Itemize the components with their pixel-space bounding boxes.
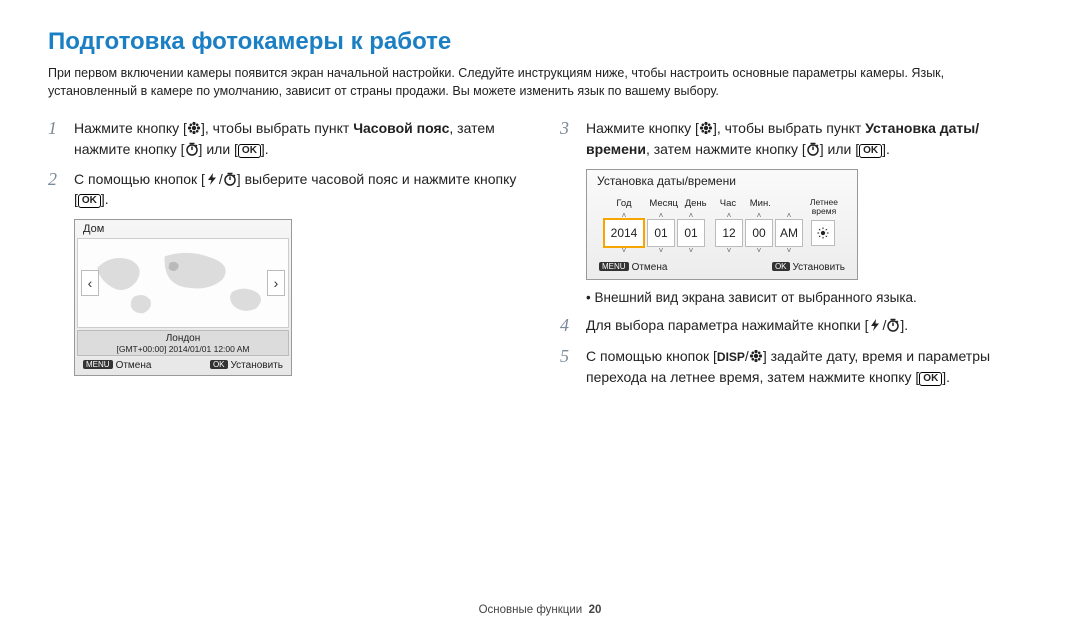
chevron-down-icon: ˅	[605, 246, 643, 255]
prev-arrow-button[interactable]: ‹	[81, 270, 99, 296]
day-stepper[interactable]: ˄01˅	[677, 219, 705, 247]
footer-page-number: 20	[589, 604, 602, 616]
flower-icon	[699, 121, 713, 135]
ok-icon: OK	[919, 372, 942, 386]
timer-icon	[185, 142, 199, 156]
timer-icon	[223, 172, 237, 186]
note-text: Внешний вид экрана зависит от выбранного…	[586, 290, 1032, 305]
sun-icon	[817, 227, 829, 239]
step-1: 1 Нажмите кнопку [], чтобы выбрать пункт…	[48, 118, 520, 159]
set-button[interactable]: OKУстановить	[772, 262, 845, 273]
disp-icon: DISP	[717, 349, 745, 366]
content-columns: 1 Нажмите кнопку [], чтобы выбрать пункт…	[48, 118, 1032, 397]
gmt-readout: [GMT+00:00] 2014/01/01 12:00 AM	[78, 344, 288, 354]
world-map: ‹ ›	[77, 238, 289, 328]
page-footer: Основные функции 20	[0, 604, 1080, 616]
set-button[interactable]: OKУстановить	[210, 360, 283, 371]
city-readout: Лондон [GMT+00:00] 2014/01/01 12:00 AM	[77, 330, 289, 356]
world-shape-icon	[78, 239, 288, 326]
left-column: 1 Нажмите кнопку [], чтобы выбрать пункт…	[48, 118, 520, 397]
ok-badge-icon: OK	[772, 262, 790, 271]
intro-paragraph: При первом включении камеры появится экр…	[48, 64, 1032, 100]
flower-icon	[187, 121, 201, 135]
ok-badge-icon: OK	[210, 360, 228, 369]
footer-section: Основные функции	[479, 604, 583, 616]
screenshot-header: Установка даты/времени	[587, 170, 857, 192]
step-body: С помощью кнопок [DISP/] задайте дату, в…	[586, 346, 1032, 387]
step-4: 4 Для выбора параметра нажимайте кнопки …	[560, 315, 1032, 337]
value-row: ˄ 2014 ˅ ˄01˅ ˄01˅ ˄12˅ ˄00˅ ˄A	[587, 218, 857, 256]
timer-icon	[886, 318, 900, 332]
ok-icon: OK	[859, 144, 882, 158]
ok-icon: OK	[78, 194, 101, 208]
right-column: 3 Нажмите кнопку [], чтобы выбрать пункт…	[560, 118, 1032, 397]
step-body: Нажмите кнопку [], чтобы выбрать пункт У…	[586, 118, 1032, 159]
menu-badge-icon: MENU	[83, 360, 113, 369]
step-body: С помощью кнопок [/] выберите часовой по…	[74, 169, 520, 210]
step-5: 5 С помощью кнопок [DISP/] задайте дату,…	[560, 346, 1032, 387]
cancel-button[interactable]: MENUОтмена	[599, 262, 667, 273]
cancel-button[interactable]: MENUОтмена	[83, 360, 151, 371]
step-number: 1	[48, 118, 64, 159]
ok-icon: OK	[238, 144, 261, 158]
label-dst: Летнее время	[807, 198, 841, 216]
step-body: Нажмите кнопку [], чтобы выбрать пункт Ч…	[74, 118, 520, 159]
city-name: Лондон	[166, 333, 201, 344]
month-stepper[interactable]: ˄01˅	[647, 219, 675, 247]
menu-badge-icon: MENU	[599, 262, 629, 271]
chevron-up-icon: ˄	[605, 211, 643, 220]
page-title: Подготовка фотокамеры к работе	[48, 28, 1032, 56]
minute-stepper[interactable]: ˄00˅	[745, 219, 773, 247]
step-number: 2	[48, 169, 64, 210]
hour-stepper[interactable]: ˄12˅	[715, 219, 743, 247]
step-body: Для выбора параметра нажимайте кнопки [/…	[586, 315, 908, 337]
timer-icon	[806, 142, 820, 156]
ampm-stepper[interactable]: ˄AM˅	[775, 219, 803, 247]
screenshot-header: Дом	[75, 220, 291, 238]
step-number: 4	[560, 315, 576, 337]
datetime-screenshot: Установка даты/времени Год Месяц День Ча…	[586, 169, 858, 280]
step-2: 2 С помощью кнопок [/] выберите часовой …	[48, 169, 520, 210]
flash-icon	[205, 172, 219, 186]
timezone-screenshot: Дом ‹ › Лондон [GMT+00:00] 2014/01/01 12…	[74, 219, 292, 376]
step-3: 3 Нажмите кнопку [], чтобы выбрать пункт…	[560, 118, 1032, 159]
year-stepper[interactable]: ˄ 2014 ˅	[603, 218, 645, 248]
flash-icon	[868, 318, 882, 332]
step-number: 5	[560, 346, 576, 387]
flower-icon	[749, 349, 763, 363]
next-arrow-button[interactable]: ›	[267, 270, 285, 296]
dst-toggle[interactable]	[811, 220, 835, 246]
step-number: 3	[560, 118, 576, 159]
